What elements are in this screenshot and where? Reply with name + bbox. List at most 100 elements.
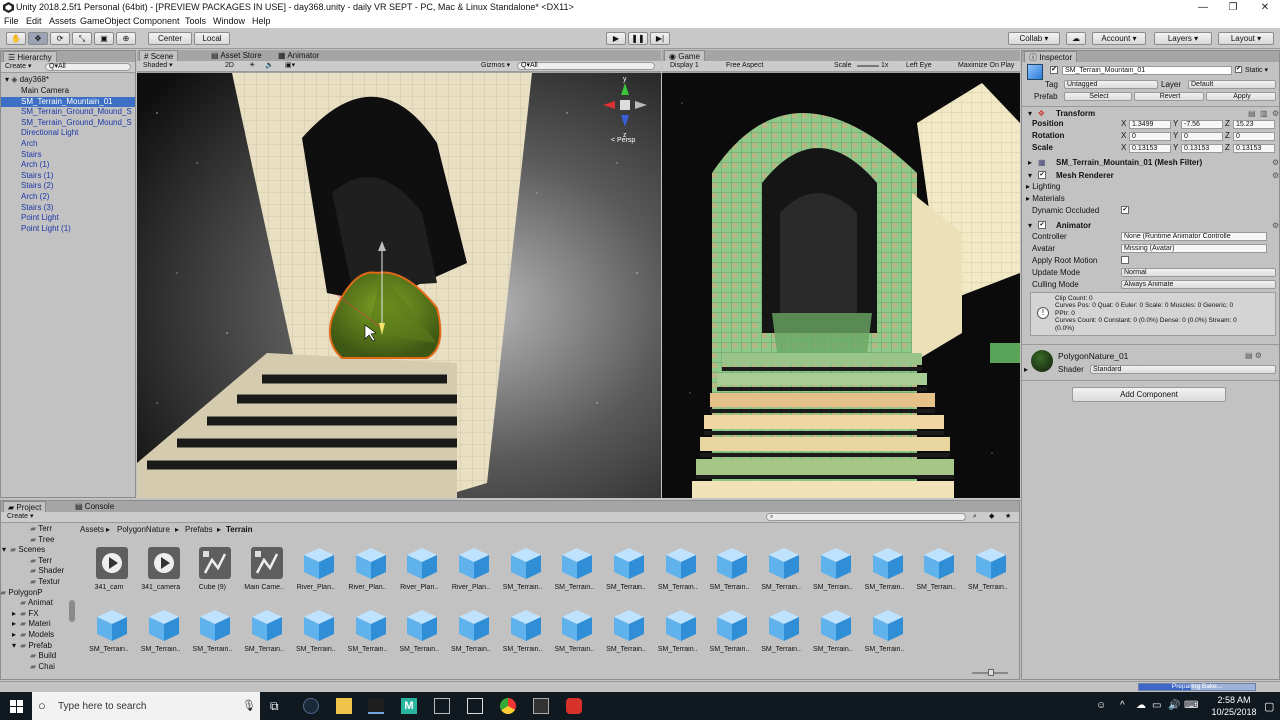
pause-button[interactable]: ❚❚ bbox=[628, 32, 648, 45]
mesh-renderer-checkbox[interactable]: ✔ bbox=[1038, 171, 1046, 179]
lighting-toggle-icon[interactable]: ☀ bbox=[249, 61, 255, 71]
gizmos-dropdown[interactable]: Gizmos ▾ bbox=[481, 61, 510, 71]
transform-header[interactable]: ▾ ✥ Transform ▤ ▥ ⚙ bbox=[1024, 108, 1280, 119]
maximize-on-play-toggle[interactable]: Maximize On Play bbox=[958, 61, 1014, 71]
account-dropdown[interactable]: Account ▾ bbox=[1092, 32, 1146, 45]
asset-item[interactable]: SM_Terrain.. bbox=[83, 606, 135, 666]
static-dropdown[interactable]: Static ▾ bbox=[1245, 66, 1268, 74]
tab-hierarchy[interactable]: ☰ Hierarchy bbox=[3, 51, 57, 62]
scale-tool-button[interactable]: ⤡ bbox=[72, 32, 92, 45]
asset-item[interactable]: SM_Terrain.. bbox=[600, 606, 652, 666]
breadcrumb-prefabs[interactable]: Prefabs bbox=[185, 524, 213, 536]
persp-label[interactable]: < Persp bbox=[611, 137, 635, 144]
breadcrumb-assets[interactable]: Assets bbox=[80, 524, 104, 536]
rotate-tool-button[interactable]: ⟳ bbox=[50, 32, 70, 45]
menu-gameobject[interactable]: GameObject bbox=[80, 15, 131, 28]
asset-item[interactable]: SM_Terrain.. bbox=[497, 544, 549, 604]
tab-asset-store[interactable]: ▤ Asset Store bbox=[207, 50, 266, 61]
project-search-input[interactable]: ⌕ bbox=[766, 513, 966, 521]
people-icon[interactable]: ☺ bbox=[1096, 700, 1106, 711]
asset-item[interactable]: SM_Terrain.. bbox=[703, 544, 755, 604]
project-tree-item[interactable]: ▾ ▰ Prefab bbox=[12, 641, 52, 651]
position-y-field[interactable]: -7.56 bbox=[1181, 120, 1223, 129]
step-button[interactable]: ▶| bbox=[650, 32, 670, 45]
asset-item[interactable]: 341_cam bbox=[83, 544, 135, 604]
hierarchy-item[interactable]: Point Light bbox=[1, 213, 135, 223]
capture-app-icon[interactable] bbox=[434, 698, 450, 714]
hierarchy-item[interactable]: Stairs (2) bbox=[1, 181, 135, 191]
project-tree-item[interactable]: ▰ Animat bbox=[12, 598, 53, 608]
project-tree-item[interactable]: ▰ Tree bbox=[22, 535, 54, 545]
lighting-foldout[interactable]: ▸ Lighting bbox=[1026, 182, 1060, 191]
tab-game[interactable]: ◉ Game bbox=[664, 50, 706, 61]
animator-checkbox[interactable]: ✔ bbox=[1038, 221, 1046, 229]
hierarchy-create-button[interactable]: Create ▾ bbox=[5, 62, 31, 72]
project-tree-item[interactable]: ▰ Terr bbox=[22, 524, 52, 534]
position-z-field[interactable]: 15.23 bbox=[1233, 120, 1275, 129]
hierarchy-item[interactable]: Directional Light bbox=[1, 128, 135, 138]
asset-item[interactable]: SM_Terrain.. bbox=[652, 544, 704, 604]
project-tree-item[interactable]: ▸ ▰ Materi bbox=[12, 619, 51, 629]
dynamic-occluded-checkbox[interactable]: ✔ bbox=[1121, 206, 1129, 214]
materials-foldout[interactable]: ▸ Materials bbox=[1026, 194, 1065, 203]
tray-chevron-icon[interactable]: ^ bbox=[1120, 700, 1125, 711]
icon-size-slider-handle[interactable] bbox=[988, 669, 994, 676]
breadcrumb-polygonnature[interactable]: PolygonNature bbox=[117, 524, 170, 536]
apply-root-motion-checkbox[interactable] bbox=[1121, 256, 1129, 264]
hierarchy-item[interactable]: SM_Terrain_Ground_Mound_S bbox=[1, 107, 135, 117]
help-icon[interactable]: ▤ bbox=[1248, 108, 1256, 119]
asset-item[interactable]: River_Plan.. bbox=[445, 544, 497, 604]
settings-gear-icon[interactable]: ⚙ bbox=[1272, 170, 1279, 181]
project-tree-item[interactable]: ▾ ▰ Scenes bbox=[2, 545, 45, 555]
rotation-x-field[interactable]: 0 bbox=[1129, 132, 1171, 141]
menu-component[interactable]: Component bbox=[133, 15, 180, 28]
project-tree-item[interactable]: ▰ Shader bbox=[22, 566, 64, 576]
asset-item[interactable]: SM_Terrain.. bbox=[859, 544, 911, 604]
unity-hub-icon[interactable] bbox=[533, 698, 549, 714]
asset-item[interactable]: SM_Terrain.. bbox=[548, 606, 600, 666]
animator-header[interactable]: ▾ ✔ Animator ⚙ bbox=[1024, 220, 1280, 231]
play-button[interactable]: ▶ bbox=[606, 32, 626, 45]
scene-search-input[interactable]: Q▾All bbox=[517, 62, 655, 70]
menu-tools[interactable]: Tools bbox=[185, 15, 206, 28]
project-tree-item[interactable]: ▰ Terr bbox=[22, 556, 52, 566]
asset-item[interactable]: SM_Terrain.. bbox=[548, 544, 600, 604]
preset-icon[interactable]: ▥ bbox=[1260, 108, 1268, 119]
filter-type-icon[interactable]: ⌕ bbox=[973, 512, 977, 522]
tab-inspector[interactable]: ⓘ Inspector bbox=[1024, 51, 1078, 62]
pivot-center-button[interactable]: Center bbox=[148, 32, 192, 45]
maximize-button[interactable]: ❐ bbox=[1218, 0, 1248, 15]
filter-label-icon[interactable]: ◆ bbox=[989, 512, 994, 522]
avatar-field[interactable]: Missing (Avatar) bbox=[1121, 244, 1267, 253]
asset-item[interactable]: SM_Terrain.. bbox=[910, 544, 962, 604]
project-tree-item[interactable]: ▸ ▰ Models bbox=[12, 630, 54, 640]
taskbar-search-box[interactable]: ○ Type here to search 🎙 bbox=[32, 692, 260, 720]
settings-gear-icon[interactable]: ⚙ bbox=[1272, 157, 1279, 168]
move-tool-button[interactable]: ✥ bbox=[28, 32, 48, 45]
hierarchy-item[interactable]: Stairs (3) bbox=[1, 203, 135, 213]
volume-icon[interactable]: 🔊 bbox=[1168, 700, 1180, 711]
collab-button[interactable]: Collab ▾ bbox=[1008, 32, 1060, 45]
asset-item[interactable]: SM_Terrain.. bbox=[342, 606, 394, 666]
notifications-icon[interactable]: ▢ bbox=[1264, 700, 1274, 713]
hierarchy-item[interactable]: Main Camera bbox=[1, 86, 135, 96]
hierarchy-item[interactable]: Stairs bbox=[1, 150, 135, 160]
tree-scrollbar[interactable] bbox=[69, 600, 75, 622]
recorder-app-icon[interactable] bbox=[566, 698, 582, 714]
chrome-app-icon[interactable] bbox=[500, 698, 516, 714]
rect-tool-button[interactable]: ▣ bbox=[94, 32, 114, 45]
hierarchy-item[interactable]: Stairs (1) bbox=[1, 171, 135, 181]
asset-item[interactable]: SM_Terrain.. bbox=[807, 606, 859, 666]
project-tree-item[interactable]: ▾ ▰ PolygonP bbox=[0, 588, 43, 598]
settings-gear-icon[interactable]: ⚙ bbox=[1272, 108, 1279, 119]
clock-time[interactable]: 2:58 AM bbox=[1208, 695, 1260, 705]
hierarchy-item[interactable]: SM_Terrain_Mountain_01 bbox=[1, 96, 135, 107]
layout-dropdown[interactable]: Layout ▾ bbox=[1218, 32, 1274, 45]
file-explorer-icon[interactable] bbox=[336, 698, 352, 714]
clock-date[interactable]: 10/25/2018 bbox=[1204, 707, 1264, 717]
language-icon[interactable]: ⌨ bbox=[1184, 700, 1198, 711]
scale-slider[interactable] bbox=[857, 65, 879, 67]
menu-help[interactable]: Help bbox=[252, 15, 271, 28]
asset-item[interactable]: SM_Terrain.. bbox=[755, 606, 807, 666]
shader-dropdown[interactable]: Standard bbox=[1090, 365, 1276, 374]
